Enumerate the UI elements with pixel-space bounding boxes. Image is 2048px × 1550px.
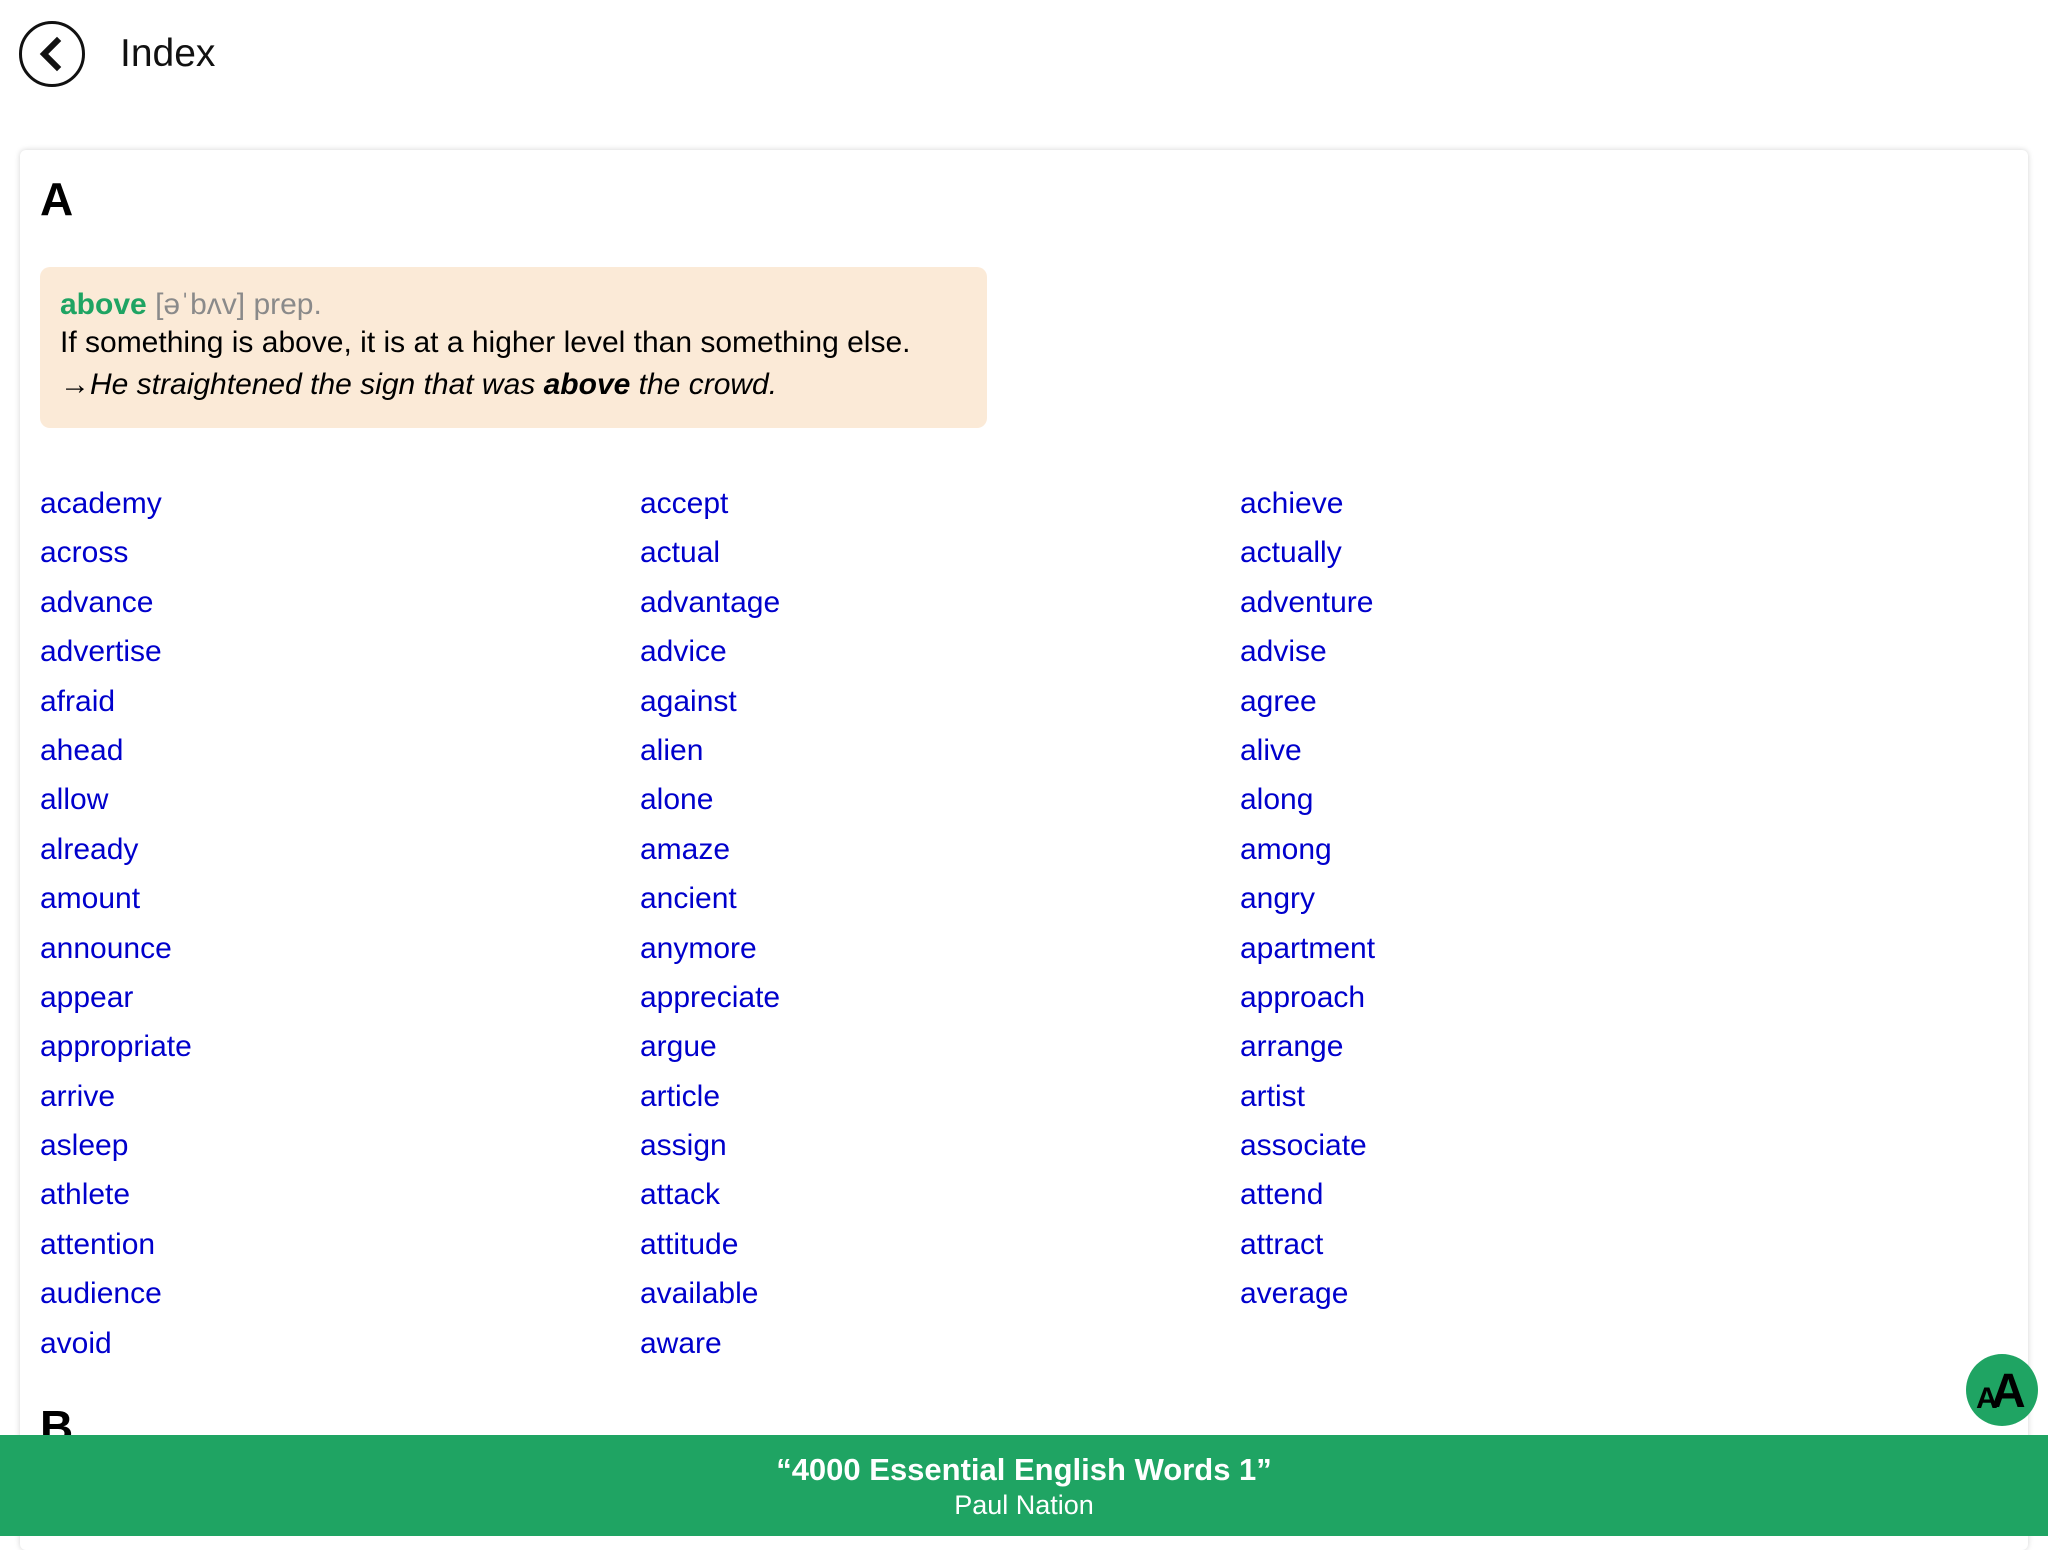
word-link-alone[interactable]: alone [640,775,1200,824]
word-link-available[interactable]: available [640,1269,1200,1318]
header: Index [0,0,2048,140]
word-link-avoid[interactable]: avoid [40,1319,600,1368]
featured-word-header: above [əˈbʌv] prep. [60,285,967,325]
word-link-already[interactable]: already [40,825,600,874]
word-link-audience[interactable]: audience [40,1269,600,1318]
word-column-2: accept actual advantage advice against alien a… [640,479,1200,1368]
word-link-allow[interactable]: allow [40,775,600,824]
example-text-before: He straightened the sign that was [90,368,544,401]
word-link-advise[interactable]: advise [1240,627,1800,676]
word-link-afraid[interactable]: afraid [40,677,600,726]
word-link-advice[interactable]: advice [640,627,1200,676]
word-link-adventure[interactable]: adventure [1240,578,1800,627]
word-link-achieve[interactable]: achieve [1240,479,1800,528]
featured-example: →He straightened the sign that was above… [60,363,967,407]
word-link-attract[interactable]: attract [1240,1220,1800,1269]
example-arrow: → [60,368,90,401]
word-link-across[interactable]: across [40,528,600,577]
featured-part-of-speech: prep. [253,288,322,321]
featured-definition: If something is above, it is at a higher… [60,326,911,359]
word-link-angry[interactable]: angry [1240,874,1800,923]
featured-phonetic: [əˈbʌv] [155,288,246,321]
font-size-button[interactable]: A A [1966,1354,2038,1426]
word-link-against[interactable]: against [640,677,1200,726]
featured-word: above [60,288,147,321]
index-card: A above [əˈbʌv] prep. If something is ab… [20,150,2028,1550]
book-author: Paul Nation [954,1490,1094,1520]
font-size-icon-big-a: A [1991,1365,2026,1418]
example-text-after: the crowd. [630,368,778,401]
word-link-advantage[interactable]: advantage [640,578,1200,627]
word-link-alien[interactable]: alien [640,726,1200,775]
word-link-attack[interactable]: attack [640,1170,1200,1219]
word-link-alive[interactable]: alive [1240,726,1800,775]
word-link-asleep[interactable]: asleep [40,1121,600,1170]
word-column-3: achieve actually adventure advise agree alive… [1240,479,1800,1319]
word-link-aware[interactable]: aware [640,1319,1200,1368]
word-link-approach[interactable]: approach [1240,973,1800,1022]
word-link-advertise[interactable]: advertise [40,627,600,676]
chevron-left-icon [39,36,62,72]
word-link-appear[interactable]: appear [40,973,600,1022]
word-link-argue[interactable]: argue [640,1022,1200,1071]
word-link-agree[interactable]: agree [1240,677,1800,726]
word-link-academy[interactable]: academy [40,479,600,528]
word-link-average[interactable]: average [1240,1269,1800,1318]
word-link-advance[interactable]: advance [40,578,600,627]
word-link-announce[interactable]: announce [40,924,600,973]
word-link-anymore[interactable]: anymore [640,924,1200,973]
section-letter: A [40,173,74,225]
featured-word-box: above [əˈbʌv] prep. If something is abov… [40,267,987,428]
word-link-attend[interactable]: attend [1240,1170,1800,1219]
word-link-athlete[interactable]: athlete [40,1170,600,1219]
word-link-amount[interactable]: amount [40,874,600,923]
back-button[interactable] [19,21,85,87]
word-link-artist[interactable]: artist [1240,1072,1800,1121]
example-text-bold: above [543,368,631,401]
word-link-along[interactable]: along [1240,775,1800,824]
word-link-assign[interactable]: assign [640,1121,1200,1170]
book-title: “4000 Essential English Words 1” [776,1452,1272,1487]
book-footer: “4000 Essential English Words 1” Paul Na… [0,1435,2048,1536]
word-link-amaze[interactable]: amaze [640,825,1200,874]
word-link-article[interactable]: article [640,1072,1200,1121]
word-column-1: academy across advance advertise afraid ahead… [40,479,600,1368]
word-link-appropriate[interactable]: appropriate [40,1022,600,1071]
word-link-actual[interactable]: actual [640,528,1200,577]
word-link-ahead[interactable]: ahead [40,726,600,775]
word-link-appreciate[interactable]: appreciate [640,973,1200,1022]
word-link-arrange[interactable]: arrange [1240,1022,1800,1071]
word-link-attitude[interactable]: attitude [640,1220,1200,1269]
word-link-ancient[interactable]: ancient [640,874,1200,923]
page-title: Index [120,32,216,75]
word-link-among[interactable]: among [1240,825,1800,874]
word-link-arrive[interactable]: arrive [40,1072,600,1121]
word-link-apartment[interactable]: apartment [1240,924,1800,973]
word-link-accept[interactable]: accept [640,479,1200,528]
word-link-actually[interactable]: actually [1240,528,1800,577]
word-link-associate[interactable]: associate [1240,1121,1800,1170]
word-link-attention[interactable]: attention [40,1220,600,1269]
